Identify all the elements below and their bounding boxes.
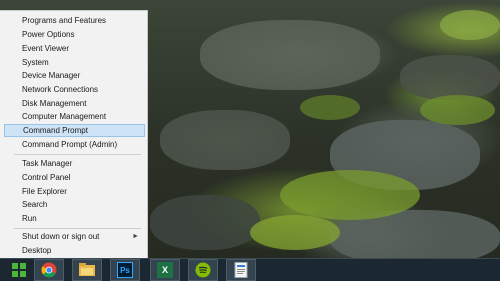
menu-item-file-explorer[interactable]: File Explorer xyxy=(4,185,145,198)
taskbar-app-excel[interactable]: X xyxy=(150,259,180,281)
taskbar: Ps X xyxy=(0,258,500,281)
menu-item-command-prompt-admin[interactable]: Command Prompt (Admin) xyxy=(4,138,145,151)
menu-separator xyxy=(14,154,141,155)
menu-item-label: Shut down or sign out xyxy=(22,232,100,241)
file-explorer-icon xyxy=(79,263,95,276)
menu-item-computer-management[interactable]: Computer Management xyxy=(4,110,145,123)
taskbar-app-photoshop[interactable]: Ps xyxy=(110,259,140,281)
spotify-icon xyxy=(195,262,211,278)
menu-item-power-options[interactable]: Power Options xyxy=(4,28,145,41)
excel-icon: X xyxy=(157,262,173,278)
chrome-icon xyxy=(41,262,57,278)
taskbar-app-document[interactable] xyxy=(226,259,256,281)
menu-item-device-manager[interactable]: Device Manager xyxy=(4,69,145,82)
taskbar-app-file-explorer[interactable] xyxy=(72,259,102,281)
menu-item-disk-management[interactable]: Disk Management xyxy=(4,97,145,110)
menu-item-shut-down-or-sign-out[interactable]: Shut down or sign out ► xyxy=(4,230,145,243)
photoshop-icon: Ps xyxy=(117,262,133,278)
menu-item-search[interactable]: Search xyxy=(4,198,145,211)
menu-item-command-prompt[interactable]: Command Prompt xyxy=(4,124,145,137)
menu-item-task-manager[interactable]: Task Manager xyxy=(4,157,145,170)
menu-item-event-viewer[interactable]: Event Viewer xyxy=(4,42,145,55)
start-button[interactable] xyxy=(4,259,34,281)
windows-logo-icon xyxy=(12,263,26,277)
document-app-icon xyxy=(234,262,248,278)
menu-item-control-panel[interactable]: Control Panel xyxy=(4,171,145,184)
chevron-right-icon: ► xyxy=(132,233,139,240)
menu-item-programs-and-features[interactable]: Programs and Features xyxy=(4,14,145,27)
power-user-menu: Programs and Features Power Options Even… xyxy=(0,10,148,258)
menu-item-run[interactable]: Run xyxy=(4,212,145,225)
menu-item-desktop[interactable]: Desktop xyxy=(4,244,145,257)
menu-item-network-connections[interactable]: Network Connections xyxy=(4,83,145,96)
menu-separator xyxy=(14,228,141,229)
menu-item-system[interactable]: System xyxy=(4,56,145,69)
taskbar-app-spotify[interactable] xyxy=(188,259,218,281)
taskbar-app-chrome[interactable] xyxy=(34,259,64,281)
